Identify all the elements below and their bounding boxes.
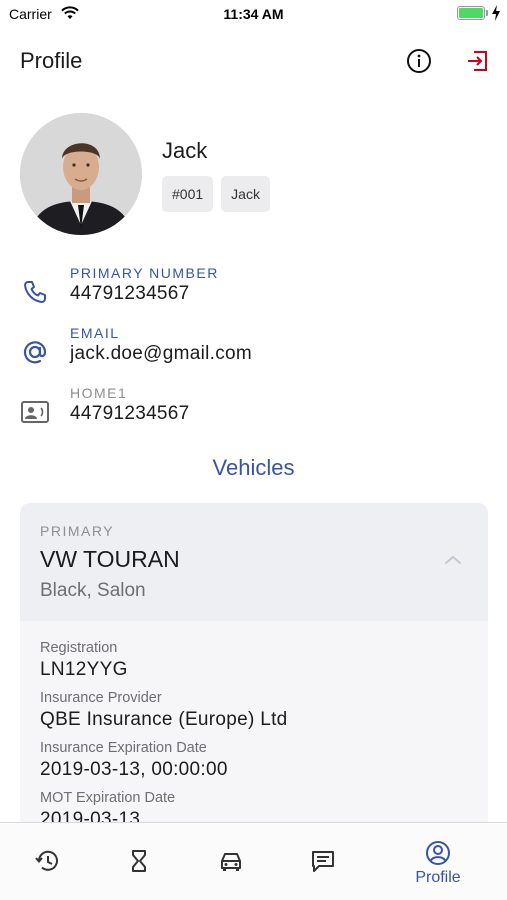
vehicles-heading: Vehicles (212, 455, 295, 480)
header: Profile (0, 40, 507, 84)
tab-profile[interactable]: Profile (398, 823, 478, 900)
vehicle-card-header[interactable]: PRIMARY VW TOURAN Black, Salon (20, 503, 488, 621)
insurance-provider-label: Insurance Provider (40, 690, 162, 706)
tab-vehicles[interactable] (191, 823, 271, 900)
contact-row-primary-number[interactable]: PRIMARY NUMBER 44791234567 (0, 265, 507, 317)
tab-history[interactable] (7, 823, 87, 900)
battery-tip (486, 10, 488, 16)
contact-card-icon (20, 397, 50, 427)
history-icon (35, 850, 58, 871)
info-button[interactable] (404, 46, 434, 76)
message-icon (312, 851, 334, 872)
clock: 11:34 AM (223, 6, 284, 22)
profile-name: Jack (162, 138, 208, 163)
vehicle-description: Black, Salon (40, 580, 146, 601)
hourglass-icon (132, 850, 146, 872)
contact-label: HOME1 (70, 385, 128, 401)
registration-label: Registration (40, 640, 118, 656)
contact-label: PRIMARY NUMBER (70, 265, 219, 281)
nickname-chip: Jack (221, 176, 270, 212)
tab-messages[interactable] (283, 823, 363, 900)
profile-icon (426, 841, 450, 865)
contact-row-email[interactable]: EMAIL jack.doe@gmail.com (0, 325, 507, 377)
chevron-up-icon[interactable] (443, 553, 463, 567)
vehicle-tag: PRIMARY (40, 523, 115, 539)
vehicle-card: PRIMARY VW TOURAN Black, Salon Registrat… (20, 503, 488, 833)
logout-button[interactable] (463, 46, 493, 76)
page-title: Profile (20, 48, 83, 73)
profile-chips: #001 Jack (162, 176, 270, 212)
at-icon (20, 337, 50, 367)
battery-icon (457, 6, 485, 20)
contact-row-home1[interactable]: HOME1 44791234567 (0, 385, 507, 437)
phone-icon (20, 277, 50, 307)
id-chip: #001 (162, 176, 214, 212)
insurance-expiration-value: 2019-03-13, 00:00:00 (40, 759, 228, 780)
registration-value: LN12YYG (40, 659, 128, 680)
insurance-expiration-label: Insurance Expiration Date (40, 740, 207, 756)
contact-label: EMAIL (70, 325, 120, 341)
contact-value: jack.doe@gmail.com (70, 343, 253, 364)
tab-pending[interactable] (99, 823, 179, 900)
status-bar: Carrier 11:34 AM (0, 0, 507, 28)
tab-label: Profile (415, 869, 461, 886)
car-icon (221, 853, 241, 871)
contact-value: 44791234567 (70, 403, 190, 424)
vehicle-name: VW TOURAN (40, 546, 180, 572)
tab-bar: Profile (0, 822, 507, 900)
avatar-photo (20, 113, 142, 235)
avatar (20, 113, 142, 235)
insurance-provider-value: QBE Insurance (Europe) Ltd (40, 709, 288, 730)
contact-value: 44791234567 (70, 283, 190, 304)
charging-bolt-icon (492, 5, 500, 21)
info-icon (407, 49, 431, 73)
logout-icon (468, 51, 487, 71)
mot-expiration-label: MOT Expiration Date (40, 790, 176, 806)
